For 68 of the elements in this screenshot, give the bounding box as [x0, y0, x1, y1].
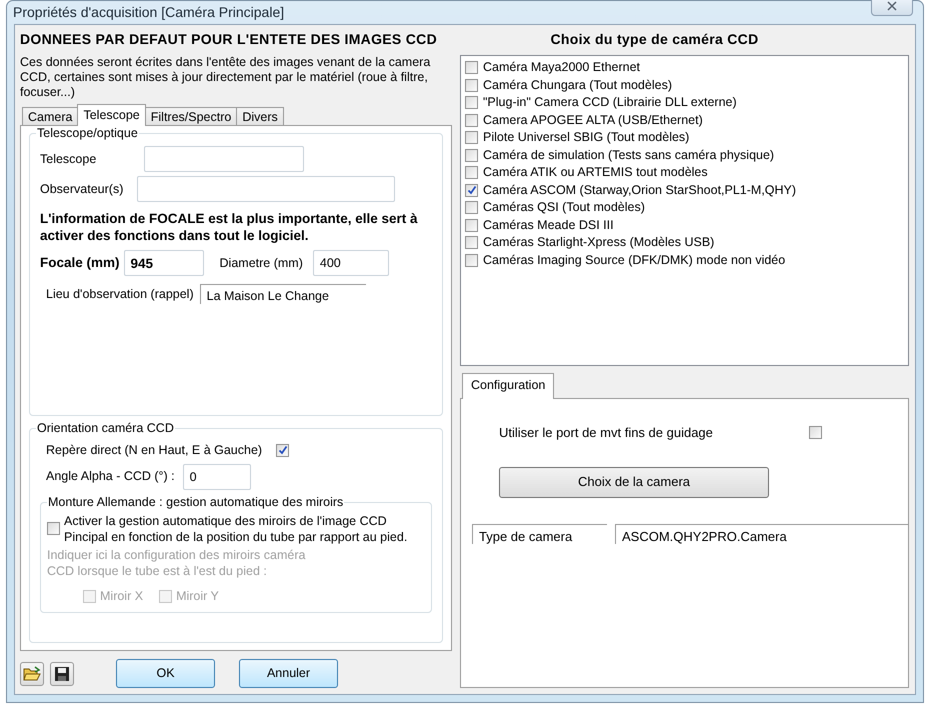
save-button[interactable]	[50, 662, 74, 686]
checkbox[interactable]	[276, 444, 290, 457]
checkbox-label: Camera APOGEE ALTA (USB/Ethernet)	[483, 112, 703, 129]
field-label: Angle Alpha - CCD (°) :	[46, 468, 175, 486]
checkbox[interactable]	[465, 166, 478, 180]
checkbox[interactable]	[465, 254, 478, 267]
tab[interactable]: Camera	[22, 107, 78, 126]
checkbox[interactable]	[465, 218, 478, 232]
ok-button[interactable]: OK	[116, 659, 215, 688]
tab[interactable]: Telescope	[77, 104, 146, 126]
section-heading: Choix du type de caméra CCD	[549, 30, 760, 49]
checkbox[interactable]	[809, 426, 822, 440]
checkbox[interactable]	[465, 201, 478, 214]
checkbox[interactable]	[465, 131, 478, 144]
section-heading: DONNEES PAR DEFAUT POUR L'ENTETE DES IMAGES CCD	[20, 30, 438, 49]
open-button[interactable]	[20, 662, 44, 686]
group-label: Monture Allemande : gestion automatique des miroirs	[47, 494, 344, 509]
checkbox[interactable]	[465, 148, 478, 162]
cancel-button[interactable]: Annuler	[239, 659, 338, 688]
group-label: Orientation caméra CCD	[36, 421, 175, 435]
checkbox-label: Utiliser le port de mvt fins de guidage	[499, 424, 714, 442]
checkbox-label: Caméra ASCOM (Starway,Orion StarShoot,PL1-M,QHY)	[483, 182, 796, 199]
note-text: L'information de FOCALE est la plus importante, elle sert à activer des fonctions dans tout le logiciel.	[40, 210, 419, 244]
checkbox-label: Caméras QSI (Tout modèles)	[483, 199, 645, 216]
readonly-field: ASCOM.QHY2PRO.Camera	[615, 524, 908, 544]
group-label: Telescope/optique	[36, 126, 139, 140]
checkbox-label: Caméras Starlight-Xpress (Modèles USB)	[483, 234, 714, 252]
checkbox[interactable]	[465, 184, 478, 197]
checkbox[interactable]	[465, 236, 478, 250]
input-field[interactable]	[137, 176, 396, 202]
checkbox-label: Pilote Universel SBIG (Tout modèles)	[483, 129, 690, 146]
tab[interactable]: Filtres/Spectro	[144, 107, 238, 126]
field-label: Observateur(s)	[40, 180, 124, 198]
checkbox[interactable]	[465, 114, 478, 127]
field-label: Focale (mm)	[40, 254, 120, 272]
field-label: Lieu d'observation (rappel)	[46, 286, 194, 303]
checkbox-label: Miroir Y	[176, 588, 219, 605]
field-label: Telescope	[40, 150, 96, 168]
tab[interactable]: Divers	[236, 107, 284, 126]
checkbox-label: Repère direct (N en Haut, E à Gauche)	[46, 442, 262, 459]
description-text: Ces données seront écrites dans l'entête des images venant de la camera CCD, certaines sont mises à jour directement par le matériel (roue à filtre, focuser...)	[20, 55, 432, 100]
checkbox-label: Activer la gestion automatique des miroirs de l'image CCD Pincipal en fonction de la position du tube par rapport au pied.	[64, 512, 408, 545]
close-icon	[887, 0, 897, 10]
input-field[interactable]: 400	[312, 250, 389, 276]
window-title: Propriétés d'acquisition [Caméra Principale]	[13, 3, 284, 22]
checkbox-label: "Plug-in" Camera CCD (Librairie DLL externe)	[483, 94, 737, 112]
checkbox[interactable]	[465, 78, 478, 92]
field-label: Diametre (mm)	[220, 254, 303, 272]
checkbox-label: Caméra Maya2000 Ethernet	[483, 59, 640, 76]
save-icon	[54, 666, 70, 682]
field-label: Type de camera	[472, 524, 607, 544]
checkbox-label: Miroir X	[100, 588, 144, 605]
checkbox[interactable]	[465, 61, 478, 74]
checkbox-label: Caméras Imaging Source (DFK/DMK) mode non vidéo	[483, 252, 786, 269]
input-field[interactable]: 945	[124, 250, 204, 276]
tab[interactable]: Configuration	[462, 373, 554, 399]
folder-icon	[23, 666, 41, 682]
checkbox-label: Caméra ATIK ou ARTEMIS tout modèles	[483, 164, 708, 182]
readonly-field: La Maison Le Change	[200, 284, 366, 304]
checkbox-label: Caméras Meade DSI III	[483, 216, 614, 234]
checkbox[interactable]	[465, 96, 478, 110]
close-button[interactable]	[871, 0, 913, 16]
checkbox-label: Caméra Chungara (Tout modèles)	[483, 76, 672, 94]
input-field[interactable]: 0	[182, 464, 251, 490]
hint-text: Indiquer ici la configuration des miroirs caméra CCD lorsque le tube est à l'est du pied :	[47, 546, 306, 579]
choose-camera-button[interactable]: Choix de la camera	[499, 466, 769, 498]
input-field[interactable]	[144, 146, 304, 172]
checkbox-label: Caméra de simulation (Tests sans caméra physique)	[483, 146, 774, 164]
